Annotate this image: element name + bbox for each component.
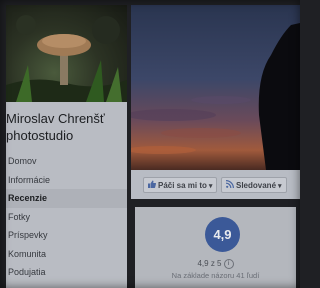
thumbs-up-icon bbox=[148, 178, 157, 194]
sidebar-nav: Domov Informácie Recenzie Fotky Príspevk… bbox=[6, 152, 127, 282]
sidebar-item-podujatia[interactable]: Podujatia bbox=[6, 263, 127, 282]
rating-based-on: Na základe názoru 41 ľudí bbox=[171, 271, 260, 280]
action-toolbar: Páči sa mi to ▾ Sledované ▾ bbox=[131, 170, 300, 199]
page-title[interactable]: Miroslav Chrenšť photostudio bbox=[6, 110, 127, 144]
rating-summary-card: 4,9 4,9 z 5i Na základe názoru 41 ľudí bbox=[135, 207, 296, 288]
sidebar-item-prispevky[interactable]: Príspevky bbox=[6, 226, 127, 245]
page-name-line2: photostudio bbox=[6, 128, 74, 143]
rating-out-of-text: 4,9 z 5 bbox=[197, 259, 222, 269]
sidebar-item-fotky[interactable]: Fotky bbox=[6, 208, 127, 227]
cover-photo[interactable] bbox=[131, 5, 300, 170]
sidebar-item-informacie[interactable]: Informácie bbox=[6, 171, 127, 190]
like-label: Páči sa mi to bbox=[158, 181, 207, 191]
rating-out-of: 4,9 z 5i bbox=[135, 259, 296, 269]
sidebar-item-domov[interactable]: Domov bbox=[6, 152, 127, 171]
like-button[interactable]: Páči sa mi to ▾ bbox=[143, 177, 218, 194]
profile-photo[interactable] bbox=[6, 5, 127, 102]
follow-button[interactable]: Sledované ▾ bbox=[221, 177, 287, 193]
follow-label: Sledované bbox=[236, 181, 277, 191]
sunset-silhouette-photo bbox=[131, 5, 300, 170]
sidebar-item-recenzie[interactable]: Recenzie bbox=[6, 189, 127, 208]
sidebar-item-komunita[interactable]: Komunita bbox=[6, 245, 127, 264]
rating-score-badge: 4,9 bbox=[205, 217, 240, 252]
chevron-down-icon: ▾ bbox=[278, 183, 282, 191]
info-icon[interactable]: i bbox=[223, 259, 234, 269]
page-name-line1: Miroslav Chrenšť bbox=[6, 111, 105, 126]
left-panel: Miroslav Chrenšť photostudio Domov Infor… bbox=[6, 102, 127, 288]
chevron-down-icon: ▾ bbox=[208, 183, 213, 191]
mushroom-photo bbox=[6, 15, 127, 102]
rss-icon bbox=[225, 178, 234, 194]
